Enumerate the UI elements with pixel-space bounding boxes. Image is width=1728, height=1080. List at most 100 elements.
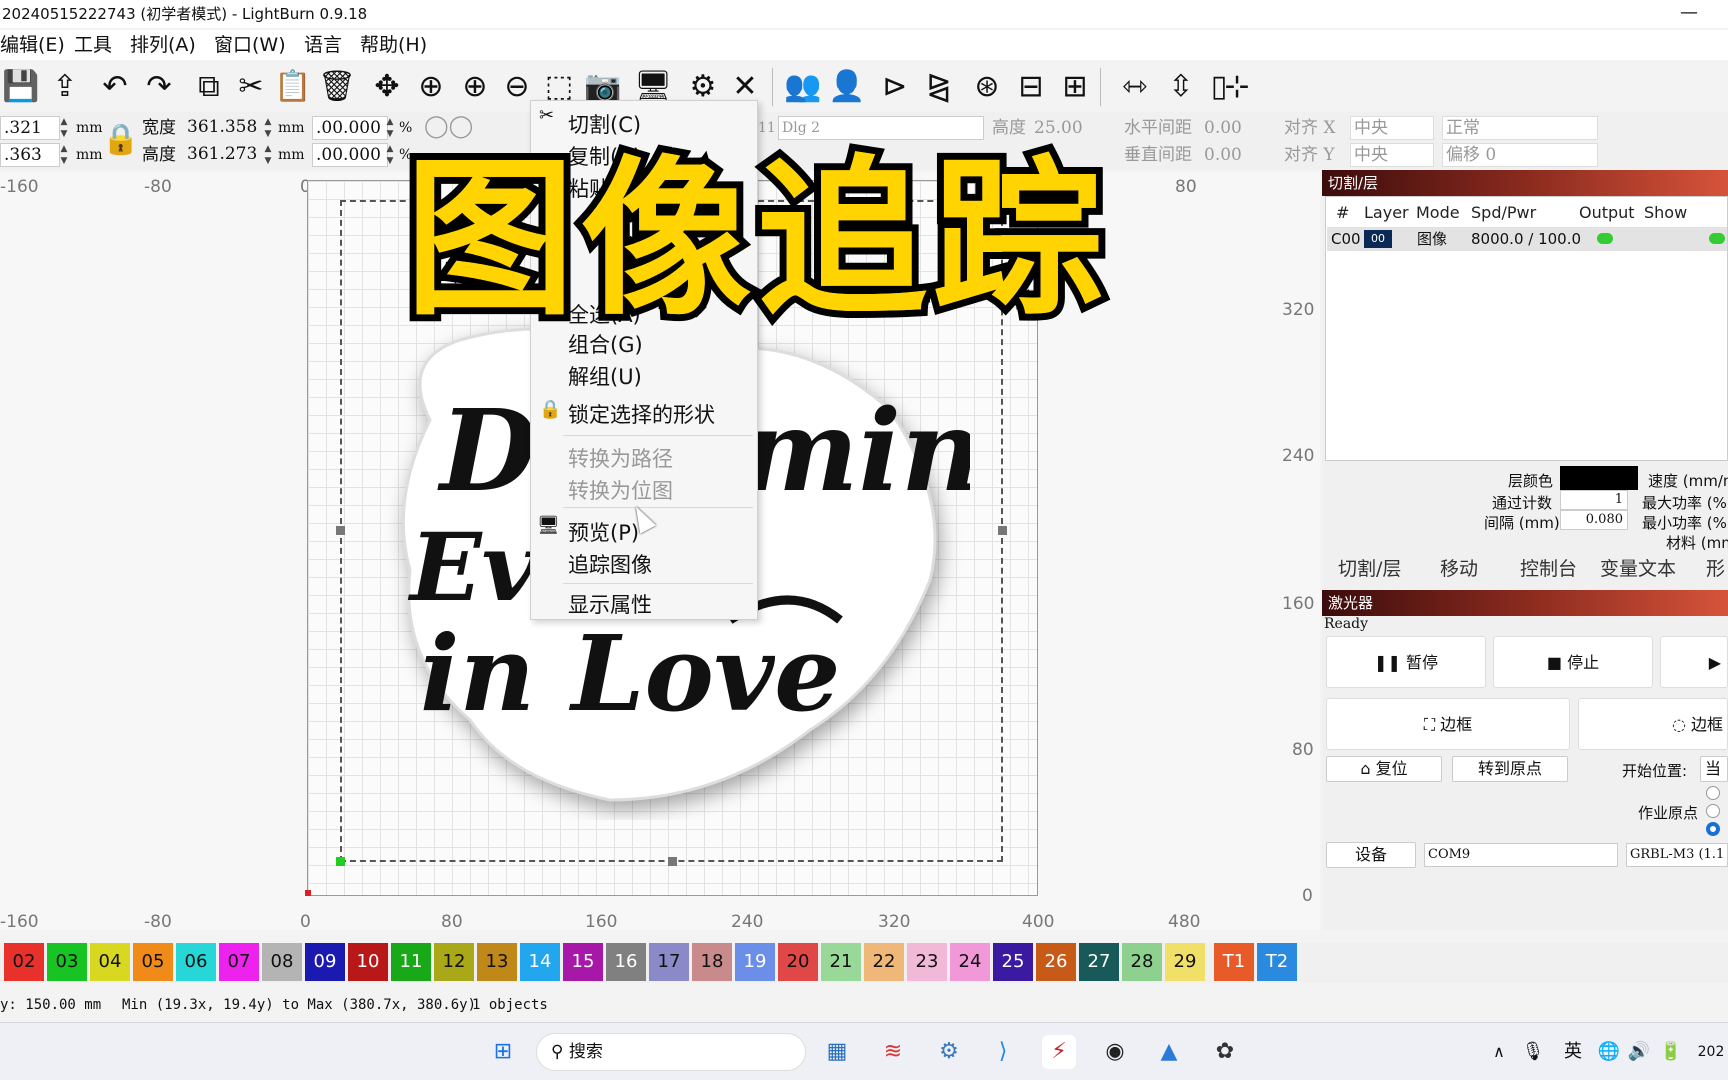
davinci-icon[interactable]: ✿: [1208, 1035, 1242, 1069]
color-swatch[interactable]: 15: [563, 943, 603, 981]
menu-help[interactable]: 帮助(H): [360, 30, 427, 60]
color-swatch[interactable]: 19: [735, 943, 775, 981]
resize-handle[interactable]: [668, 857, 677, 866]
color-swatch[interactable]: 27: [1079, 943, 1119, 981]
menu-tools[interactable]: 工具: [74, 30, 112, 60]
color-swatch[interactable]: 10: [348, 943, 388, 981]
x-position-field[interactable]: .321: [0, 116, 60, 140]
menu-item-cut[interactable]: 切割(C): [568, 109, 641, 139]
color-swatch[interactable]: 29: [1165, 943, 1205, 981]
resize-handle[interactable]: [336, 857, 345, 866]
align-icon[interactable]: ⊞: [1056, 67, 1094, 107]
port-select[interactable]: COM9: [1424, 843, 1618, 867]
color-swatch[interactable]: 24: [950, 943, 990, 981]
snap-icon[interactable]: ⊹: [1218, 67, 1256, 107]
menu-item-ungroup[interactable]: 解组(U): [568, 361, 642, 391]
zoom-in-icon[interactable]: ⊕: [456, 67, 494, 107]
align-x-select[interactable]: 中央: [1350, 116, 1434, 140]
layer-color-swatch[interactable]: [1560, 466, 1638, 490]
microphone-icon[interactable]: 🎙: [1516, 1035, 1550, 1069]
color-swatch[interactable]: T2: [1257, 943, 1297, 981]
color-swatch[interactable]: 18: [692, 943, 732, 981]
crosshair-icon[interactable]: ⊛: [968, 67, 1006, 107]
chevron-up-icon[interactable]: ∧: [1482, 1035, 1516, 1069]
menu-edit[interactable]: 编辑(E): [0, 30, 65, 60]
origin-radio[interactable]: [1706, 786, 1720, 800]
origin-radio-selected[interactable]: [1706, 822, 1720, 836]
scale-y-field[interactable]: .00.000: [312, 143, 388, 167]
color-swatch[interactable]: 17: [649, 943, 689, 981]
layer-color-chip[interactable]: 00: [1364, 230, 1392, 248]
color-swatch[interactable]: 08: [262, 943, 302, 981]
rotate-icon[interactable]: ◯◯: [424, 114, 473, 139]
lightburn-icon[interactable]: ⚡: [1042, 1035, 1076, 1069]
color-swatch[interactable]: 12: [434, 943, 474, 981]
color-swatch[interactable]: 22: [864, 943, 904, 981]
devices-button[interactable]: 设备: [1326, 842, 1416, 868]
menu-item-trace-image[interactable]: 追踪图像: [568, 549, 652, 579]
font-select[interactable]: Dlg 2: [778, 116, 984, 140]
width-field[interactable]: 361.358: [184, 116, 268, 140]
resize-handle[interactable]: [998, 526, 1007, 535]
tab-console[interactable]: 控制台: [1520, 554, 1577, 584]
users-icon[interactable]: 👥: [784, 67, 822, 107]
taskbar-search[interactable]: ⚲ 搜索: [536, 1033, 806, 1071]
paste-icon[interactable]: 📋: [274, 67, 312, 107]
windows-start-icon[interactable]: ⊞: [486, 1035, 520, 1069]
height-field[interactable]: 361.273: [184, 143, 268, 167]
menu-item-convert-bitmap[interactable]: 转换为位图: [568, 475, 673, 505]
menu-language[interactable]: 语言: [304, 30, 342, 60]
color-swatch[interactable]: 25: [993, 943, 1033, 981]
cut-icon[interactable]: ✂: [232, 67, 270, 107]
start-from-select[interactable]: 当前: [1700, 756, 1728, 782]
tab-move[interactable]: 移动: [1440, 554, 1478, 584]
goto-origin-button[interactable]: 转到原点: [1452, 756, 1568, 782]
layer-table[interactable]: # Layer Mode Spd/Pwr Output Show C00 00 …: [1325, 196, 1728, 461]
color-swatch[interactable]: 06: [176, 943, 216, 981]
mirror-icon[interactable]: ⧎: [920, 67, 958, 107]
app-icon[interactable]: ≋: [876, 1035, 910, 1069]
color-swatch[interactable]: 09: [305, 943, 345, 981]
zoom-fit-icon[interactable]: ⊕: [412, 67, 450, 107]
vspace-value[interactable]: 0.00: [1204, 143, 1242, 168]
export-icon[interactable]: ⇪: [46, 67, 84, 107]
origin-radio[interactable]: [1706, 804, 1720, 818]
color-swatch[interactable]: 05: [133, 943, 173, 981]
align-y-select[interactable]: 中央: [1350, 143, 1434, 167]
minimize-button[interactable]: —: [1680, 0, 1698, 26]
width-spinner[interactable]: ▲ ▼: [262, 116, 274, 140]
color-swatch[interactable]: 26: [1036, 943, 1076, 981]
network-icon[interactable]: 🌐: [1592, 1035, 1626, 1069]
color-swatch[interactable]: T1: [1214, 943, 1254, 981]
color-swatch[interactable]: 14: [520, 943, 560, 981]
color-swatch[interactable]: 21: [821, 943, 861, 981]
user-icon[interactable]: 👤: [828, 67, 866, 107]
tab-variable-text[interactable]: 变量文本: [1600, 554, 1676, 584]
volume-icon[interactable]: 🔊: [1622, 1035, 1656, 1069]
scale-x-field[interactable]: .00.000: [312, 116, 388, 140]
circle-frame-button[interactable]: ◌ 边框: [1578, 698, 1728, 750]
menu-window[interactable]: 窗口(W): [214, 30, 286, 60]
color-swatch[interactable]: 02: [4, 943, 44, 981]
lock-icon[interactable]: 🔒: [102, 120, 139, 157]
menu-item-lock-shapes[interactable]: 锁定选择的形状: [568, 399, 715, 429]
menu-item-preview[interactable]: 预览(P): [568, 517, 639, 547]
interval-field[interactable]: 0.080: [1560, 510, 1628, 530]
color-swatch[interactable]: 28: [1122, 943, 1162, 981]
pause-button[interactable]: ❚❚ 暂停: [1326, 636, 1486, 688]
style-select[interactable]: 正常: [1442, 116, 1598, 140]
menu-arrange[interactable]: 排列(A): [130, 30, 196, 60]
save-icon[interactable]: 💾: [2, 67, 40, 107]
menu-item-convert-path[interactable]: 转换为路径: [568, 443, 673, 473]
resize-handle[interactable]: [336, 526, 345, 535]
group-icon[interactable]: ⊟: [1012, 67, 1050, 107]
color-swatch[interactable]: 16: [606, 943, 646, 981]
copy-icon[interactable]: ⧉: [190, 67, 228, 107]
text-height-value[interactable]: 25.00: [1034, 116, 1083, 141]
scale-y-spinner[interactable]: ▲ ▼: [384, 143, 396, 167]
home-button[interactable]: ⌂ 复位: [1326, 756, 1442, 782]
battery-icon[interactable]: 🔋: [1654, 1035, 1688, 1069]
frame-button[interactable]: ⛶ 边框: [1326, 698, 1570, 750]
pass-count-field[interactable]: 1: [1560, 490, 1628, 510]
undo-icon[interactable]: ↶: [96, 67, 134, 107]
